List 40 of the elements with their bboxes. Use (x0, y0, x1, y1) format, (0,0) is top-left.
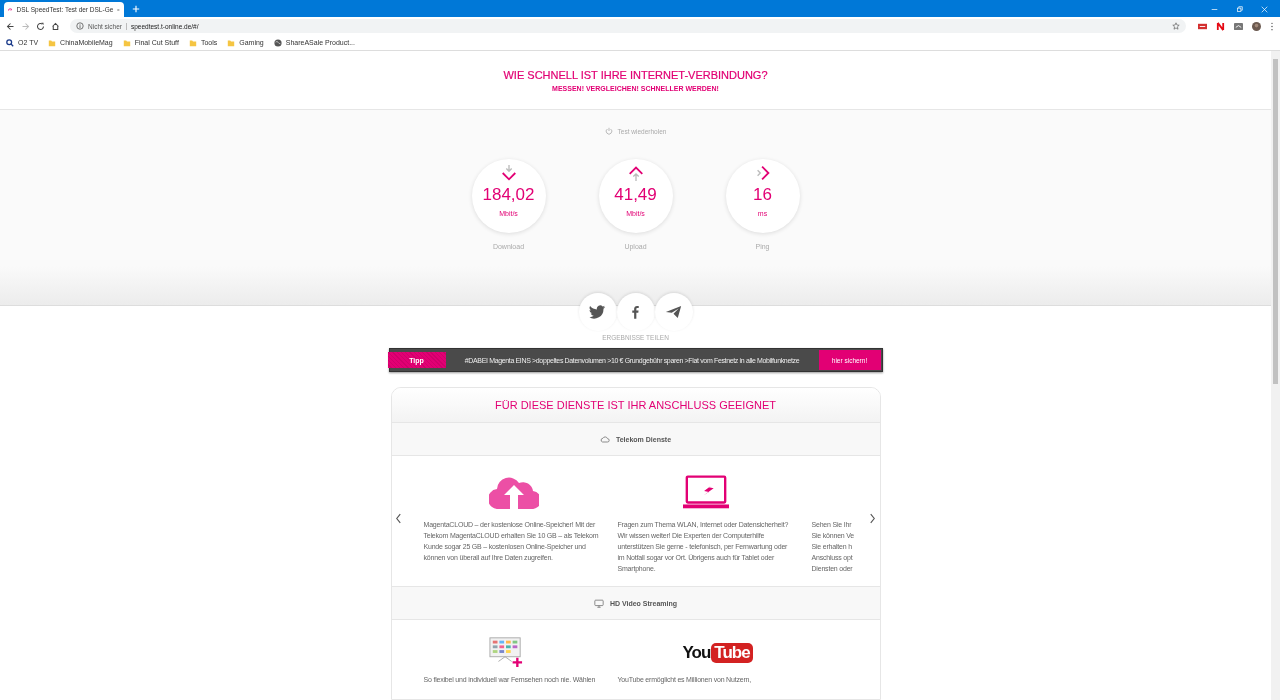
cloud-upload-icon (488, 475, 539, 509)
tv-plus-icon (488, 636, 523, 668)
home-icon[interactable] (51, 21, 60, 31)
back-icon[interactable] (6, 21, 15, 31)
reload-icon[interactable] (36, 21, 45, 31)
twitter-button[interactable] (578, 293, 617, 331)
video-logo: You Tube (682, 643, 753, 663)
info-icon[interactable] (76, 22, 84, 30)
twitter-icon (589, 305, 606, 319)
download-arrow-icon (499, 164, 518, 182)
folder-icon (188, 38, 197, 47)
laptop-icon (682, 475, 729, 509)
gauge-icon (8, 6, 13, 13)
chevron-right-icon (869, 512, 876, 524)
services-title: FÜR DIESE DIENSTE IST IHR ANSCHLUSS GEEIGNET (391, 388, 880, 423)
result-value: 16 (753, 185, 772, 205)
send-button[interactable] (654, 293, 693, 331)
extension-icon[interactable] (1216, 21, 1225, 31)
monitor-icon (593, 598, 604, 608)
new-tab-icon[interactable] (132, 5, 140, 13)
upload-arrow-icon (626, 164, 645, 182)
folder-icon (227, 38, 236, 47)
result-value: 41,49 (614, 185, 657, 205)
avatar-icon[interactable] (1252, 21, 1261, 31)
result-value: 184,02 (482, 185, 535, 205)
search-icon (6, 38, 14, 47)
globe-icon (273, 38, 282, 47)
minimize-icon[interactable] (1211, 6, 1218, 13)
folder-icon (122, 38, 131, 47)
star-icon[interactable] (1172, 22, 1180, 30)
extension-icon[interactable] (1198, 21, 1207, 31)
scrollbar[interactable] (1271, 51, 1280, 700)
power-icon (604, 127, 613, 135)
folder-icon (48, 38, 57, 47)
cloud-icon (599, 434, 610, 444)
facebook-button[interactable] (616, 293, 655, 331)
page-title: WIE SCHNELL IST IHRE INTERNET-VERBINDUNG? (503, 68, 768, 81)
chevron-left-icon (395, 512, 402, 524)
restore-icon[interactable] (1236, 6, 1243, 13)
extension-icon[interactable] (1234, 21, 1243, 31)
